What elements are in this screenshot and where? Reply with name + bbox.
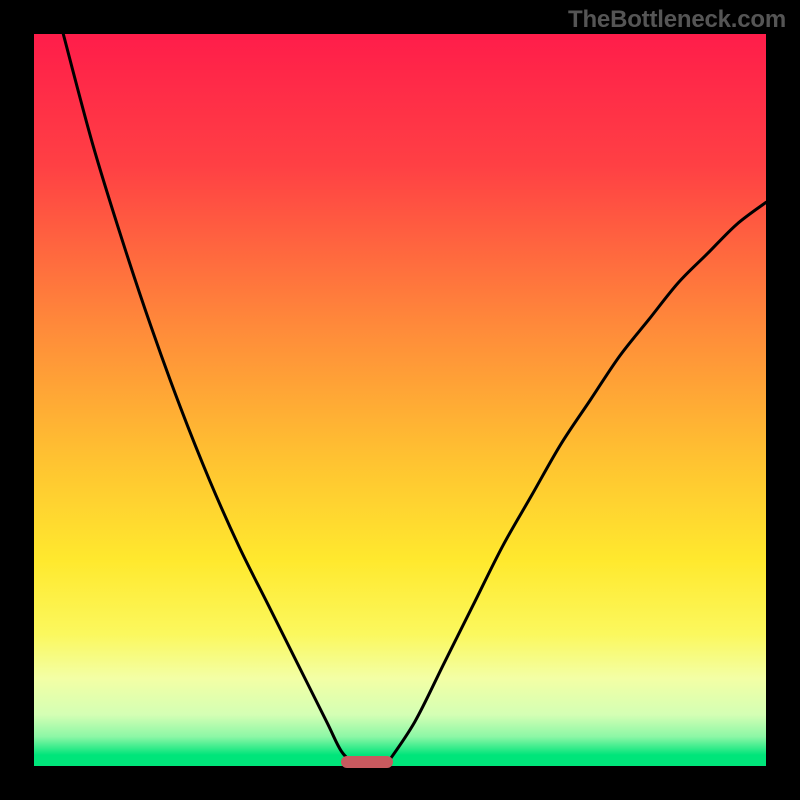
minimum-marker bbox=[341, 756, 392, 768]
curve-left bbox=[63, 34, 356, 766]
curve-right bbox=[385, 202, 766, 766]
watermark-text: TheBottleneck.com bbox=[568, 6, 786, 34]
chart-frame: TheBottleneck.com bbox=[0, 0, 800, 800]
curves bbox=[34, 34, 766, 766]
plot-area bbox=[34, 34, 766, 766]
